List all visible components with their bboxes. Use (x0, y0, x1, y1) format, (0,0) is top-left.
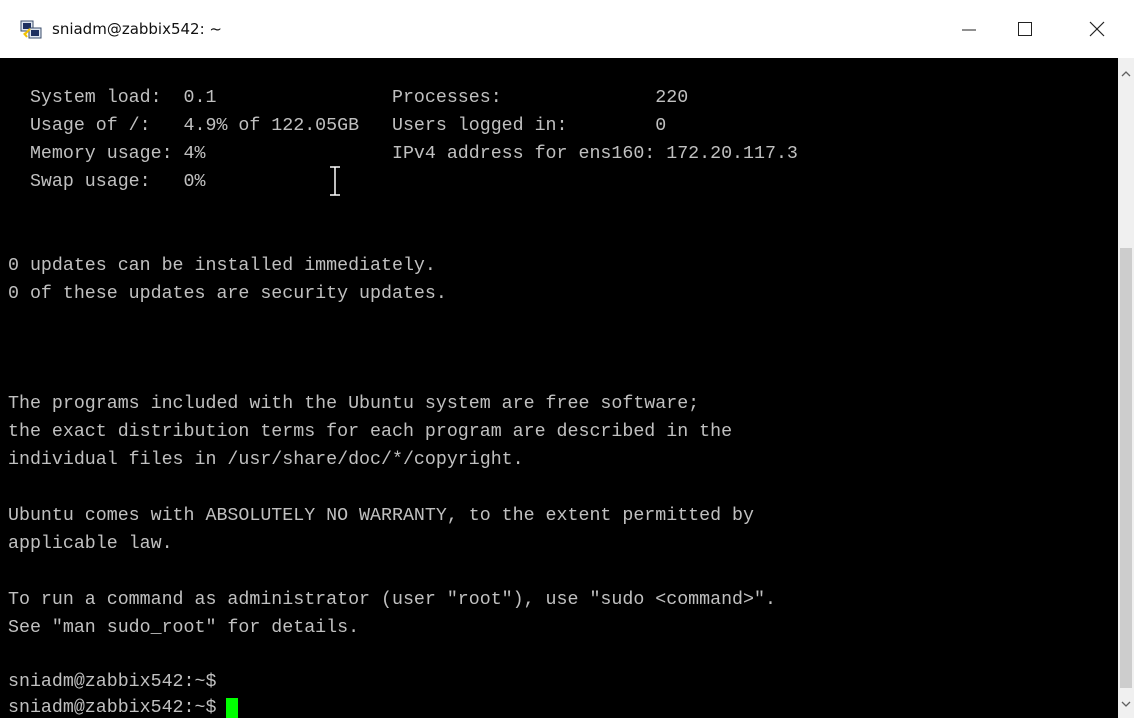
text-cursor (226, 698, 239, 718)
putty-icon[interactable] (20, 20, 42, 40)
terminal-line: applicable law. (8, 534, 173, 554)
minimize-icon (962, 29, 976, 31)
close-icon (1089, 21, 1105, 37)
terminal-line: See "man sudo_root" for details. (8, 618, 360, 638)
scroll-up-button[interactable] (1118, 66, 1134, 82)
prompt-line[interactable]: sniadm@zabbix542:~$ (8, 698, 239, 718)
terminal-line: sniadm@zabbix542:~$ (8, 672, 217, 692)
terminal-line: System load: 0.1 Processes: 220 (8, 88, 689, 108)
close-button[interactable] (1072, 8, 1122, 50)
window-title: sniadm@zabbix542: ~ (52, 20, 222, 38)
terminal-line: To run a command as administrator (user … (8, 590, 776, 610)
prompt-text: sniadm@zabbix542:~$ (8, 698, 217, 718)
maximize-icon (1018, 22, 1032, 36)
scroll-thumb[interactable] (1120, 248, 1132, 688)
minimize-button[interactable] (944, 8, 994, 50)
terminal-line: The programs included with the Ubuntu sy… (8, 394, 700, 414)
terminal-line: the exact distribution terms for each pr… (8, 422, 733, 442)
terminal-line: Usage of /: 4.9% of 122.05GB Users logge… (8, 116, 667, 136)
terminal-line: Ubuntu comes with ABSOLUTELY NO WARRANTY… (8, 506, 754, 526)
terminal-line: 0 updates can be installed immediately. (8, 256, 436, 276)
scroll-down-icon (1121, 701, 1131, 707)
terminal-line: Memory usage: 4% IPv4 address for ens160… (8, 144, 798, 164)
maximize-button[interactable] (1000, 8, 1050, 50)
terminal-line: 0 of these updates are security updates. (8, 284, 447, 304)
scroll-down-button[interactable] (1118, 696, 1134, 712)
title-bar[interactable]: sniadm@zabbix542: ~ (0, 0, 1134, 58)
vertical-scrollbar[interactable] (1118, 58, 1134, 718)
terminal-line: individual files in /usr/share/doc/*/cop… (8, 450, 524, 470)
scroll-up-icon (1121, 71, 1131, 77)
mouse-ibeam-cursor (330, 166, 340, 196)
terminal-line: Swap usage: 0% (8, 172, 206, 192)
terminal-output[interactable]: System load: 0.1 Processes: 220 Usage of… (0, 58, 1118, 718)
